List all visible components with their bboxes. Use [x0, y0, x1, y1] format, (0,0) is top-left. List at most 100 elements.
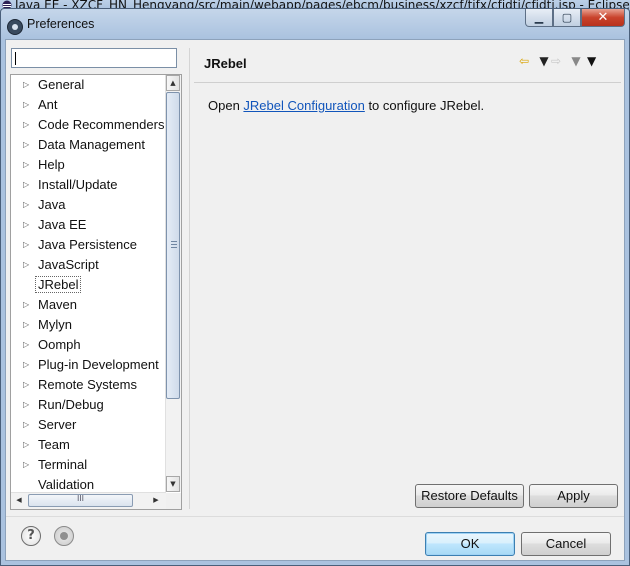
vertical-scroll-thumb[interactable] — [166, 92, 180, 399]
tree-item[interactable]: ▷ Maven — [11, 295, 166, 315]
scroll-grip-icon — [171, 241, 177, 249]
expand-arrow-icon[interactable]: ▷ — [23, 215, 29, 235]
tree-horizontal-scrollbar[interactable]: ◀ III ▶ — [11, 492, 166, 509]
page-description: Open JRebel Configuration to configure J… — [208, 98, 484, 113]
tree-item-label: Java Persistence — [38, 237, 137, 252]
expand-arrow-icon[interactable]: ▷ — [23, 75, 29, 95]
tree-item-label: Java EE — [38, 217, 87, 232]
tree-item[interactable]: ▷ Code Recommenders — [11, 115, 166, 135]
filter-input[interactable] — [11, 48, 177, 68]
forward-arrow-icon[interactable]: ⇨ — [551, 54, 569, 68]
import-export-icon[interactable] — [54, 526, 74, 546]
expand-arrow-icon[interactable]: ▷ — [23, 415, 29, 435]
tree-item-label: JavaScript — [38, 257, 99, 272]
scrollbar-corner — [166, 493, 181, 509]
text-caret — [15, 52, 16, 65]
tree-item-label: Run/Debug — [38, 397, 104, 412]
tree-item[interactable]: ▷ Java Persistence — [11, 235, 166, 255]
tree-item-label: Team — [38, 437, 70, 452]
expand-arrow-icon[interactable]: ▷ — [23, 135, 29, 155]
close-button[interactable]: ✕ — [581, 9, 625, 27]
tree-item-label: General — [38, 77, 85, 92]
tree-item[interactable]: ▷ Java — [11, 195, 166, 215]
expand-arrow-icon[interactable]: ▷ — [23, 295, 29, 315]
expand-arrow-icon[interactable]: ▷ — [23, 115, 29, 135]
tree-item[interactable]: ▷ Help — [11, 155, 166, 175]
tree-item[interactable]: ▷ Install/Update — [11, 175, 166, 195]
tree-item[interactable]: ▷ Plug-in Development — [11, 355, 166, 375]
window-buttons: ▁ ▢ ✕ — [525, 9, 625, 27]
expand-arrow-icon[interactable]: ▷ — [23, 435, 29, 455]
tree-list: ▷ General ▷ Ant ▷ Code Recommenders ▷ Data Mana… — [11, 75, 166, 492]
tree-vertical-scrollbar[interactable]: ▲ ▼ — [165, 75, 181, 492]
tree-item[interactable]: ▷ JavaScript — [11, 255, 166, 275]
tree-item[interactable]: ▷ Mylyn — [11, 315, 166, 335]
help-icon[interactable]: ? — [21, 526, 41, 546]
tree-item[interactable]: ▷ Java EE — [11, 215, 166, 235]
expand-arrow-icon[interactable]: ▷ — [23, 375, 29, 395]
tree-item-label: Server — [38, 417, 77, 432]
expand-arrow-icon[interactable]: ▷ — [23, 335, 29, 355]
tree-item[interactable]: JRebel — [11, 275, 166, 295]
restore-defaults-button[interactable]: Restore Defaults — [415, 484, 524, 508]
tree-item[interactable]: ▷ Run/Debug — [11, 395, 166, 415]
minimize-button[interactable]: ▁ — [525, 9, 553, 27]
preferences-dialog: Preferences ▁ ▢ ✕ ▷ General ▷ Ant ▷ Code Reco… — [0, 8, 630, 566]
tree-item-label: Code Recommenders — [38, 117, 165, 132]
tree-item[interactable]: ▷ Terminal — [11, 455, 166, 475]
page-navigation: ⇦ ▼ ⇨ ▼ ▼ — [519, 54, 596, 68]
tree-item[interactable]: ▷ Data Management — [11, 135, 166, 155]
maximize-button[interactable]: ▢ — [553, 9, 581, 27]
ok-button[interactable]: OK — [425, 532, 515, 556]
tree-item[interactable]: ▷ General — [11, 75, 166, 95]
page-text-before: Open — [208, 98, 244, 113]
tree-item-label: Oomph — [38, 337, 81, 352]
tree-item-label: Plug-in Development — [38, 357, 159, 372]
button-bar-separator — [6, 516, 624, 517]
back-arrow-icon[interactable]: ⇦ — [519, 54, 537, 68]
scroll-down-button[interactable]: ▼ — [166, 476, 180, 492]
tree-item[interactable]: ▷ Oomph — [11, 335, 166, 355]
expand-arrow-icon[interactable]: ▷ — [23, 195, 29, 215]
tree-item-label: Data Management — [38, 137, 145, 152]
back-dropdown-icon[interactable]: ▼ — [537, 54, 551, 68]
page-separator — [194, 82, 621, 83]
page-title: JRebel — [204, 56, 247, 71]
tree-item[interactable]: ▷ Team — [11, 435, 166, 455]
horizontal-scroll-thumb[interactable]: III — [28, 494, 133, 507]
expand-arrow-icon[interactable]: ▷ — [23, 255, 29, 275]
expand-arrow-icon[interactable]: ▷ — [23, 155, 29, 175]
tree-item[interactable]: ▷ Remote Systems — [11, 375, 166, 395]
forward-dropdown-icon[interactable]: ▼ — [569, 54, 583, 68]
dialog-titlebar[interactable]: Preferences ▁ ▢ ✕ — [1, 9, 629, 37]
pane-sash[interactable] — [189, 48, 190, 509]
expand-arrow-icon[interactable]: ▷ — [23, 175, 29, 195]
tree-item[interactable]: Validation — [11, 475, 166, 492]
tree-item-label: Java — [38, 197, 66, 212]
tree-item-label: JRebel — [35, 276, 82, 293]
jrebel-configuration-link[interactable]: JRebel Configuration — [243, 98, 364, 113]
scroll-up-button[interactable]: ▲ — [166, 75, 180, 91]
dialog-title: Preferences — [27, 17, 95, 31]
tree-item[interactable]: ▷ Server — [11, 415, 166, 435]
expand-arrow-icon[interactable]: ▷ — [23, 315, 29, 335]
expand-arrow-icon[interactable]: ▷ — [23, 455, 29, 475]
tree-item-label: Install/Update — [38, 177, 118, 192]
expand-arrow-icon[interactable]: ▷ — [23, 95, 29, 115]
expand-arrow-icon[interactable]: ▷ — [23, 235, 29, 255]
preferences-tree[interactable]: ▷ General ▷ Ant ▷ Code Recommenders ▷ Data Mana… — [10, 74, 182, 510]
tree-item[interactable]: ▷ Ant — [11, 95, 166, 115]
scroll-left-button[interactable]: ◀ — [11, 493, 27, 508]
tree-item-label: Validation — [38, 477, 95, 492]
tree-item-label: Maven — [38, 297, 78, 312]
expand-arrow-icon[interactable]: ▷ — [23, 395, 29, 415]
view-menu-icon[interactable]: ▼ — [587, 54, 596, 68]
dialog-client-area: ▷ General ▷ Ant ▷ Code Recommenders ▷ Data Mana… — [5, 39, 625, 561]
tree-item-label: Help — [38, 157, 65, 172]
cancel-button[interactable]: Cancel — [521, 532, 611, 556]
scroll-right-button[interactable]: ▶ — [148, 493, 164, 508]
apply-button[interactable]: Apply — [529, 484, 618, 508]
page-text-after: to configure JRebel. — [364, 98, 485, 113]
tree-item-label: Terminal — [38, 457, 88, 472]
expand-arrow-icon[interactable]: ▷ — [23, 355, 29, 375]
